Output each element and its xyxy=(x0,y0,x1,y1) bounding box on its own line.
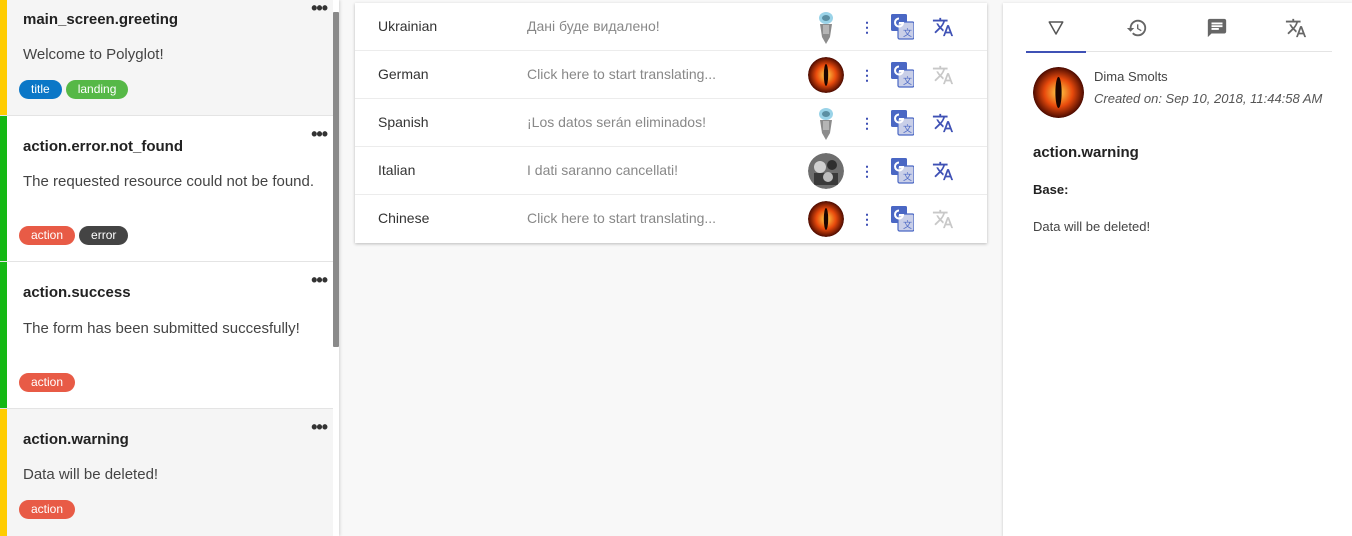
key-name: action.error.not_found xyxy=(23,138,184,155)
key-card-action-warning[interactable]: ••• action.warning Data will be deleted!… xyxy=(0,409,333,536)
language-name: Italian xyxy=(378,162,416,178)
row-options-icon[interactable]: ⋮ xyxy=(860,17,874,37)
translate-icon xyxy=(1285,18,1307,37)
history-icon xyxy=(1126,19,1147,36)
translation-text[interactable]: I dati saranno cancellati! xyxy=(527,162,678,178)
robot-avatar xyxy=(808,105,844,141)
language-name: Ukrainian xyxy=(378,18,438,34)
status-bar xyxy=(0,116,7,261)
translation-row-italian: Italian I dati saranno cancellati! ⋮ 文 xyxy=(355,147,987,195)
key-card-main-screen-greeting[interactable]: main_screen.greeting ••• Welcome to Poly… xyxy=(0,0,333,116)
google-translate-icon[interactable]: 文 xyxy=(891,158,915,184)
tag-error[interactable]: error xyxy=(79,226,129,245)
row-options-icon[interactable]: ⋮ xyxy=(860,113,874,133)
translate-icon[interactable] xyxy=(932,208,954,230)
robot-avatar xyxy=(808,9,844,45)
translation-text[interactable]: Дані буде видалено! xyxy=(527,18,660,34)
more-options-icon[interactable]: ••• xyxy=(311,0,328,19)
row-options-icon[interactable]: ⋮ xyxy=(860,161,874,181)
filter-icon xyxy=(1048,20,1064,35)
key-name: action.success xyxy=(23,284,131,301)
translations-panel: Ukrainian Дані буде видалено! ⋮ 文 German… xyxy=(355,3,987,243)
google-translate-icon[interactable]: 文 xyxy=(891,110,915,136)
tab-translations[interactable] xyxy=(1266,3,1326,52)
translation-row-german: German Click here to start translating..… xyxy=(355,51,987,99)
detail-tabs xyxy=(1026,3,1332,53)
tag-landing[interactable]: landing xyxy=(65,80,129,99)
status-bar xyxy=(0,409,7,536)
row-options-icon[interactable]: ⋮ xyxy=(860,209,874,229)
language-name: Spanish xyxy=(378,114,429,130)
translation-row-chinese: Chinese Click here to start translating.… xyxy=(355,195,987,243)
comment-icon xyxy=(1207,18,1227,37)
author-avatar xyxy=(1033,67,1084,118)
tab-comments[interactable] xyxy=(1187,3,1247,52)
more-options-icon[interactable]: ••• xyxy=(311,417,328,438)
translate-icon[interactable] xyxy=(932,160,954,182)
more-options-icon[interactable]: ••• xyxy=(311,124,328,145)
key-text: The requested resource could not be foun… xyxy=(23,173,315,190)
translation-row-ukrainian: Ukrainian Дані буде видалено! ⋮ 文 xyxy=(355,3,987,51)
more-options-icon[interactable]: ••• xyxy=(311,270,328,291)
translation-text[interactable]: Click here to start translating... xyxy=(527,66,716,82)
svg-text:文: 文 xyxy=(903,219,912,231)
key-card-action-success[interactable]: ••• action.success The form has been sub… xyxy=(0,262,333,409)
detail-panel: Dima Smolts Created on: Sep 10, 2018, 11… xyxy=(1003,3,1352,536)
tag-action[interactable]: action xyxy=(19,500,76,519)
svg-text:文: 文 xyxy=(903,27,912,39)
translate-icon[interactable] xyxy=(932,16,954,38)
tag-title[interactable]: title xyxy=(19,80,62,99)
tag-action[interactable]: action xyxy=(19,373,76,392)
detail-key-name: action.warning xyxy=(1033,144,1139,161)
key-text: Data will be deleted! xyxy=(23,466,159,483)
tab-filter[interactable] xyxy=(1026,3,1086,53)
language-name: German xyxy=(378,66,429,82)
row-options-icon[interactable]: ⋮ xyxy=(860,65,874,85)
base-text: Data will be deleted! xyxy=(1033,219,1151,234)
language-name: Chinese xyxy=(378,210,430,226)
key-list-panel: main_screen.greeting ••• Welcome to Poly… xyxy=(0,0,339,536)
tag-action[interactable]: action xyxy=(19,226,76,245)
created-date: Created on: Sep 10, 2018, 11:44:58 AM xyxy=(1094,91,1323,106)
google-translate-icon[interactable]: 文 xyxy=(891,62,915,88)
key-name: main_screen.greeting xyxy=(23,11,179,28)
tab-history[interactable] xyxy=(1107,3,1167,52)
translate-icon[interactable] xyxy=(932,64,954,86)
eye-avatar xyxy=(808,201,844,237)
photo-avatar xyxy=(808,153,844,189)
svg-text:文: 文 xyxy=(903,75,912,87)
google-translate-icon[interactable]: 文 xyxy=(891,206,915,232)
base-label: Base: xyxy=(1033,182,1069,197)
author-name: Dima Smolts xyxy=(1094,69,1168,84)
status-bar xyxy=(0,0,7,115)
key-card-action-error-not-found[interactable]: ••• action.error.not_found The requested… xyxy=(0,116,333,262)
translation-text[interactable]: ¡Los datos serán eliminados! xyxy=(527,114,706,130)
translation-text[interactable]: Click here to start translating... xyxy=(527,210,716,226)
google-translate-icon[interactable]: 文 xyxy=(891,14,915,40)
key-name: action.warning xyxy=(23,431,129,448)
svg-text:文: 文 xyxy=(903,171,912,183)
svg-text:文: 文 xyxy=(903,123,912,135)
key-text: The form has been submitted succesfully! xyxy=(23,320,300,337)
status-bar xyxy=(0,262,7,408)
key-text: Welcome to Polyglot! xyxy=(23,46,164,63)
scrollbar[interactable] xyxy=(333,12,339,347)
translation-row-spanish: Spanish ¡Los datos serán eliminados! ⋮ 文 xyxy=(355,99,987,147)
eye-avatar xyxy=(808,57,844,93)
translate-icon[interactable] xyxy=(932,112,954,134)
